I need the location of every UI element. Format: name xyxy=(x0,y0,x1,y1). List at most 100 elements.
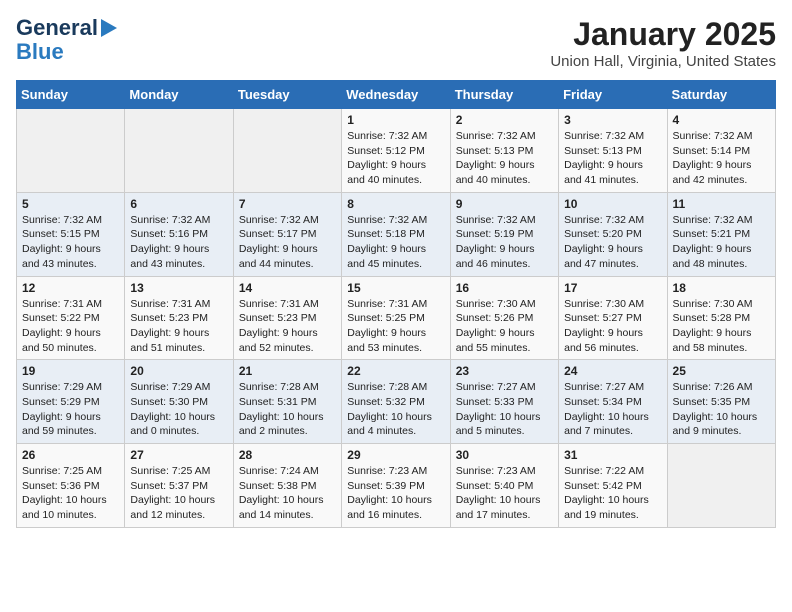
day-info: Sunrise: 7:29 AMSunset: 5:29 PMDaylight:… xyxy=(22,380,119,439)
day-number: 19 xyxy=(22,364,119,378)
day-number: 9 xyxy=(456,197,553,211)
calendar-cell: 21 Sunrise: 7:28 AMSunset: 5:31 PMDayligh… xyxy=(233,360,341,444)
day-info: Sunrise: 7:32 AMSunset: 5:20 PMDaylight:… xyxy=(564,213,661,272)
day-number: 13 xyxy=(130,281,227,295)
calendar-cell: 22 Sunrise: 7:28 AMSunset: 5:32 PMDayligh… xyxy=(342,360,450,444)
day-info: Sunrise: 7:31 AMSunset: 5:23 PMDaylight:… xyxy=(239,297,336,356)
day-header-friday: Friday xyxy=(559,81,667,109)
calendar-cell: 1 Sunrise: 7:32 AMSunset: 5:12 PMDaylight… xyxy=(342,109,450,193)
calendar-cell: 16 Sunrise: 7:30 AMSunset: 5:26 PMDayligh… xyxy=(450,276,558,360)
calendar-cell: 10 Sunrise: 7:32 AMSunset: 5:20 PMDayligh… xyxy=(559,192,667,276)
calendar-week-row: 26Sunrise: 7:25 AMSunset: 5:36 PMDayligh… xyxy=(17,444,776,528)
calendar-cell: 25 Sunrise: 7:26 AMSunset: 5:35 PMDayligh… xyxy=(667,360,775,444)
calendar-cell: 3 Sunrise: 7:32 AMSunset: 5:13 PMDaylight… xyxy=(559,109,667,193)
day-info: Sunrise: 7:24 AMSunset: 5:38 PMDaylight:… xyxy=(239,464,336,523)
day-info: Sunrise: 7:27 AMSunset: 5:34 PMDaylight:… xyxy=(564,380,661,439)
calendar-cell: 2 Sunrise: 7:32 AMSunset: 5:13 PMDaylight… xyxy=(450,109,558,193)
day-info: Sunrise: 7:23 AMSunset: 5:40 PMDaylight:… xyxy=(456,464,553,523)
day-header-saturday: Saturday xyxy=(667,81,775,109)
day-info: Sunrise: 7:28 AMSunset: 5:31 PMDaylight:… xyxy=(239,380,336,439)
calendar-cell: 27 Sunrise: 7:25 AMSunset: 5:37 PMDayligh… xyxy=(125,444,233,528)
day-info: Sunrise: 7:32 AMSunset: 5:14 PMDaylight:… xyxy=(673,129,770,188)
calendar-cell: 4 Sunrise: 7:32 AMSunset: 5:14 PMDaylight… xyxy=(667,109,775,193)
header: General Blue January 2025 Union Hall, Vi… xyxy=(16,16,776,70)
day-number: 31 xyxy=(564,448,661,462)
calendar-header-row: SundayMondayTuesdayWednesdayThursdayFrid… xyxy=(17,81,776,109)
calendar-cell: 15 Sunrise: 7:31 AMSunset: 5:25 PMDayligh… xyxy=(342,276,450,360)
calendar-cell: 31Sunrise: 7:22 AMSunset: 5:42 PMDayligh… xyxy=(559,444,667,528)
calendar-cell xyxy=(125,109,233,193)
calendar-cell: 12Sunrise: 7:31 AMSunset: 5:22 PMDayligh… xyxy=(17,276,125,360)
calendar-cell: 26Sunrise: 7:25 AMSunset: 5:36 PMDayligh… xyxy=(17,444,125,528)
day-info: Sunrise: 7:28 AMSunset: 5:32 PMDaylight:… xyxy=(347,380,444,439)
day-header-tuesday: Tuesday xyxy=(233,81,341,109)
calendar-week-row: 1 Sunrise: 7:32 AMSunset: 5:12 PMDaylight… xyxy=(17,109,776,193)
calendar-cell: 24 Sunrise: 7:27 AMSunset: 5:34 PMDayligh… xyxy=(559,360,667,444)
page-container: General Blue January 2025 Union Hall, Vi… xyxy=(0,0,792,538)
day-number: 24 xyxy=(564,364,661,378)
day-number: 5 xyxy=(22,197,119,211)
calendar-cell: 28Sunrise: 7:24 AMSunset: 5:38 PMDayligh… xyxy=(233,444,341,528)
day-number: 20 xyxy=(130,364,227,378)
day-number: 26 xyxy=(22,448,119,462)
day-number: 23 xyxy=(456,364,553,378)
day-info: Sunrise: 7:32 AMSunset: 5:13 PMDaylight:… xyxy=(564,129,661,188)
day-info: Sunrise: 7:29 AMSunset: 5:30 PMDaylight:… xyxy=(130,380,227,439)
day-number: 4 xyxy=(673,113,770,127)
day-info: Sunrise: 7:31 AMSunset: 5:25 PMDaylight:… xyxy=(347,297,444,356)
calendar-cell: 17 Sunrise: 7:30 AMSunset: 5:27 PMDayligh… xyxy=(559,276,667,360)
logo-blue: Blue xyxy=(16,40,117,64)
day-info: Sunrise: 7:32 AMSunset: 5:12 PMDaylight:… xyxy=(347,129,444,188)
day-header-sunday: Sunday xyxy=(17,81,125,109)
day-info: Sunrise: 7:32 AMSunset: 5:13 PMDaylight:… xyxy=(456,129,553,188)
calendar-cell: 29Sunrise: 7:23 AMSunset: 5:39 PMDayligh… xyxy=(342,444,450,528)
title-area: January 2025 Union Hall, Virginia, Unite… xyxy=(550,16,776,70)
day-info: Sunrise: 7:27 AMSunset: 5:33 PMDaylight:… xyxy=(456,380,553,439)
day-number: 7 xyxy=(239,197,336,211)
calendar-cell: 13Sunrise: 7:31 AMSunset: 5:23 PMDayligh… xyxy=(125,276,233,360)
day-number: 15 xyxy=(347,281,444,295)
day-number: 29 xyxy=(347,448,444,462)
day-header-wednesday: Wednesday xyxy=(342,81,450,109)
day-info: Sunrise: 7:32 AMSunset: 5:16 PMDaylight:… xyxy=(130,213,227,272)
day-info: Sunrise: 7:30 AMSunset: 5:27 PMDaylight:… xyxy=(564,297,661,356)
calendar-cell: 30Sunrise: 7:23 AMSunset: 5:40 PMDayligh… xyxy=(450,444,558,528)
day-info: Sunrise: 7:32 AMSunset: 5:19 PMDaylight:… xyxy=(456,213,553,272)
calendar-cell: 5Sunrise: 7:32 AMSunset: 5:15 PMDaylight… xyxy=(17,192,125,276)
calendar-cell xyxy=(17,109,125,193)
calendar-cell: 14Sunrise: 7:31 AMSunset: 5:23 PMDayligh… xyxy=(233,276,341,360)
day-number: 2 xyxy=(456,113,553,127)
calendar-cell: 8 Sunrise: 7:32 AMSunset: 5:18 PMDaylight… xyxy=(342,192,450,276)
day-number: 21 xyxy=(239,364,336,378)
day-number: 22 xyxy=(347,364,444,378)
day-info: Sunrise: 7:25 AMSunset: 5:37 PMDaylight:… xyxy=(130,464,227,523)
day-number: 8 xyxy=(347,197,444,211)
day-number: 17 xyxy=(564,281,661,295)
day-info: Sunrise: 7:32 AMSunset: 5:18 PMDaylight:… xyxy=(347,213,444,272)
day-header-thursday: Thursday xyxy=(450,81,558,109)
calendar-cell xyxy=(233,109,341,193)
day-header-monday: Monday xyxy=(125,81,233,109)
logo-general: General xyxy=(16,16,98,40)
calendar-cell: 23 Sunrise: 7:27 AMSunset: 5:33 PMDayligh… xyxy=(450,360,558,444)
page-title: January 2025 xyxy=(550,16,776,53)
calendar-cell xyxy=(667,444,775,528)
day-number: 11 xyxy=(673,197,770,211)
day-info: Sunrise: 7:26 AMSunset: 5:35 PMDaylight:… xyxy=(673,380,770,439)
calendar-cell: 11 Sunrise: 7:32 AMSunset: 5:21 PMDayligh… xyxy=(667,192,775,276)
day-info: Sunrise: 7:32 AMSunset: 5:21 PMDaylight:… xyxy=(673,213,770,272)
day-info: Sunrise: 7:30 AMSunset: 5:26 PMDaylight:… xyxy=(456,297,553,356)
day-number: 27 xyxy=(130,448,227,462)
page-subtitle: Union Hall, Virginia, United States xyxy=(550,53,776,70)
calendar-cell: 18Sunrise: 7:30 AMSunset: 5:28 PMDayligh… xyxy=(667,276,775,360)
calendar-cell: 6Sunrise: 7:32 AMSunset: 5:16 PMDaylight… xyxy=(125,192,233,276)
day-number: 16 xyxy=(456,281,553,295)
day-number: 25 xyxy=(673,364,770,378)
day-number: 10 xyxy=(564,197,661,211)
day-number: 1 xyxy=(347,113,444,127)
day-number: 3 xyxy=(564,113,661,127)
calendar-week-row: 12Sunrise: 7:31 AMSunset: 5:22 PMDayligh… xyxy=(17,276,776,360)
calendar-cell: 19 Sunrise: 7:29 AMSunset: 5:29 PMDayligh… xyxy=(17,360,125,444)
day-info: Sunrise: 7:30 AMSunset: 5:28 PMDaylight:… xyxy=(673,297,770,356)
day-info: Sunrise: 7:32 AMSunset: 5:17 PMDaylight:… xyxy=(239,213,336,272)
